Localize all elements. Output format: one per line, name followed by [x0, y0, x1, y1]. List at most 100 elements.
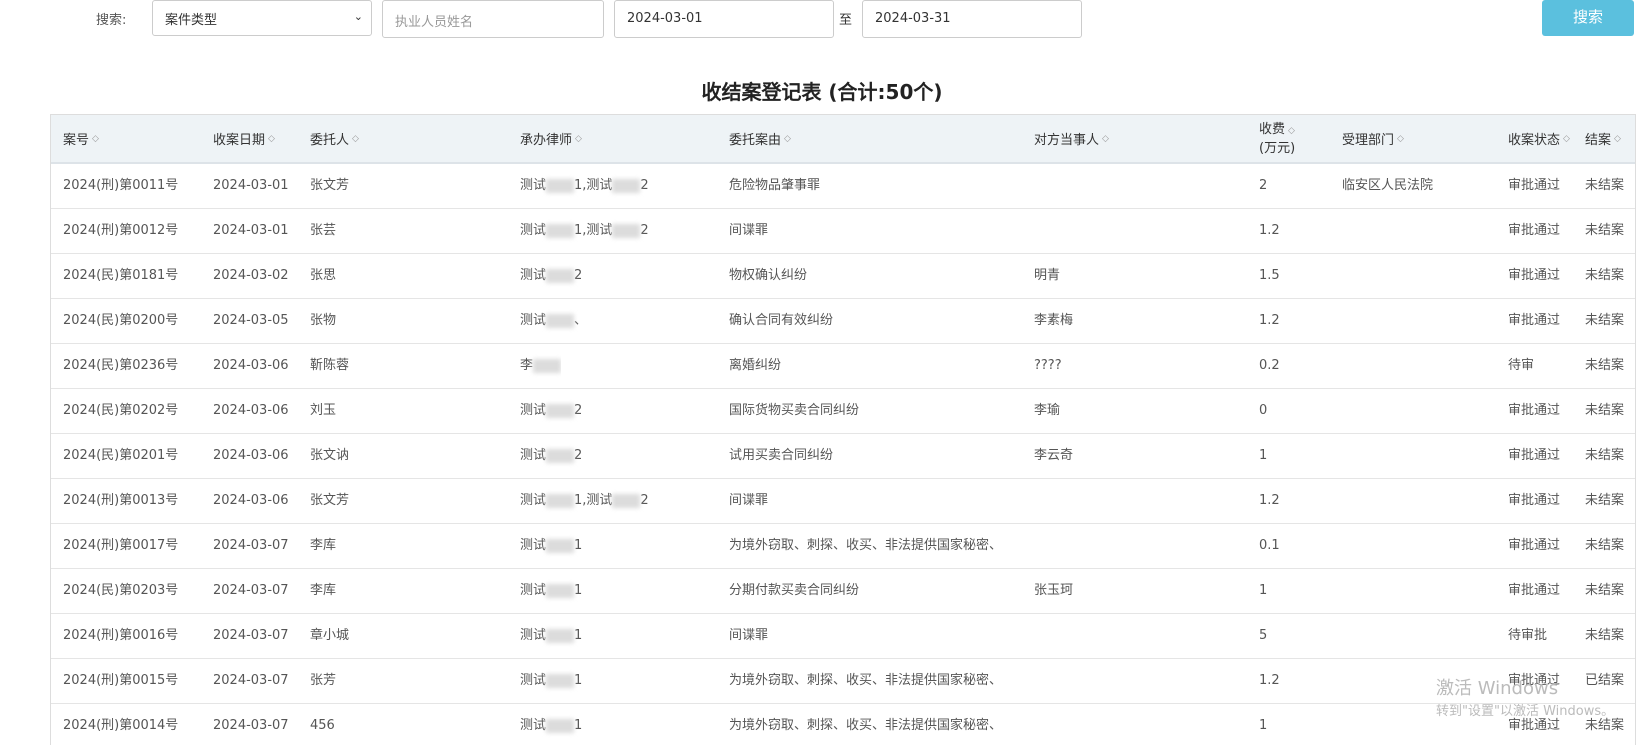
windows-activation-hint: 转到"设置"以激活 Windows。 [1436, 704, 1615, 719]
table-row[interactable]: 2024(民)第0200号 2024-03-05 张物 确认合同有效纠纷 李素梅 1.2 审… [51, 299, 1635, 344]
cell-cause: 物权确认纠纷 [729, 268, 808, 283]
column-header-status[interactable]: 收案状态 ◇ [1508, 115, 1570, 162]
table-header: 案号 ◇ 收案日期 ◇ 委托人 ◇ 承办律师 ◇ 委托案由 ◇ 对方当事人 ◇ 收费 ◇ (万元… [51, 115, 1635, 164]
column-header-fee[interactable]: 收费 ◇ (万元) [1259, 115, 1295, 162]
column-header-case-no[interactable]: 案号 ◇ [63, 115, 99, 162]
table-row[interactable]: 2024(刑)第0017号 2024-03-07 李库 为境外窃取、刺探、收买、非法提… [51, 524, 1635, 569]
cell-cause: 为境外窃取、刺探、收买、非法提供国家秘密、 [729, 538, 1003, 553]
column-header-client[interactable]: 委托人 ◇ [310, 115, 359, 162]
table-row[interactable]: 2024(刑)第0012号 2024-03-01 张芸 间谍罪 1.2 审批通过 未结案 测试… [51, 209, 1635, 254]
cell-lawyer: 测试 1 [520, 524, 582, 568]
cell-client: 456 [310, 718, 335, 733]
lawyer-name-part: 测试 [520, 268, 547, 283]
lawyer-name-part: 测试 [520, 493, 547, 508]
cell-closed: 未结案 [1585, 268, 1625, 283]
cell-fee: 1 [1259, 448, 1268, 463]
cell-closed: 未结案 [1585, 313, 1625, 328]
cell-lawyer: 测试 、 [520, 299, 587, 343]
cell-closed: 未结案 [1585, 178, 1625, 193]
search-button[interactable]: 搜索 [1542, 0, 1634, 36]
cell-cause: 间谍罪 [729, 493, 769, 508]
cell-cause: 国际货物买卖合同纠纷 [729, 403, 860, 418]
table-row[interactable]: 2024(刑)第0015号 2024-03-07 张芳 为境外窃取、刺探、收买、非法提… [51, 659, 1635, 704]
cell-lawyer: 测试 1 [520, 659, 582, 703]
cell-status: 审批通过 [1508, 448, 1561, 463]
column-header-dept[interactable]: 受理部门 ◇ [1342, 115, 1404, 162]
cell-cause: 为境外窃取、刺探、收买、非法提供国家秘密、 [729, 718, 1003, 733]
cell-fee: 5 [1259, 628, 1268, 643]
table-row[interactable]: 2024(刑)第0013号 2024-03-06 张文芳 间谍罪 1.2 审批通过 未结案 测… [51, 479, 1635, 524]
case-type-select[interactable]: 案件类型 ⌄ [152, 0, 372, 36]
cell-fee: 1 [1259, 718, 1268, 733]
table-row[interactable]: 2024(民)第0201号 2024-03-06 张文讷 试用买卖合同纠纷 李云奇 1 审批… [51, 434, 1635, 479]
lawyer-name-part: 测试 [520, 538, 547, 553]
lawyer-name-part: 测试 [520, 583, 547, 598]
end-date-input[interactable]: 2024-03-31 [862, 0, 1082, 38]
lawyer-name-part: 李 [520, 358, 534, 373]
column-header-lawyer[interactable]: 承办律师 ◇ [520, 115, 582, 162]
column-header-date[interactable]: 收案日期 ◇ [213, 115, 275, 162]
cell-client: 李库 [310, 538, 337, 553]
lawyer-name-part: 测试 [520, 223, 547, 238]
cell-date: 2024-03-07 [213, 628, 289, 643]
table-row[interactable]: 2024(民)第0202号 2024-03-06 刘玉 国际货物买卖合同纠纷 李瑜 0 审批… [51, 389, 1635, 434]
table-row[interactable]: 2024(民)第0181号 2024-03-02 张思 物权确认纠纷 明青 1.5 审批通过… [51, 254, 1635, 299]
cell-client: 张芸 [310, 223, 337, 238]
column-header-cause[interactable]: 委托案由 ◇ [729, 115, 1019, 162]
table-title: 收结案登记表 (合计:50个) [701, 80, 943, 104]
lawyer-name-part: 1 [574, 628, 583, 643]
table-body: 2024(刑)第0011号 2024-03-01 张文芳 危险物品肇事罪 2 临安区人民法… [51, 164, 1635, 745]
cell-client: 章小城 [310, 628, 350, 643]
redacted-mark [546, 178, 575, 193]
cell-opponent: 明青 [1034, 268, 1061, 283]
cell-lawyer: 测试 1 [520, 704, 582, 745]
lawyer-name-part: 2 [640, 178, 649, 193]
lawyer-name-part: 、 [574, 313, 588, 328]
cell-closed: 未结案 [1585, 223, 1625, 238]
redacted-mark [546, 313, 575, 328]
table-row[interactable]: 2024(刑)第0011号 2024-03-01 张文芳 危险物品肇事罪 2 临安区人民法… [51, 164, 1635, 209]
cell-date: 2024-03-05 [213, 313, 289, 328]
column-header-opponent[interactable]: 对方当事人 ◇ [1034, 115, 1109, 162]
cell-opponent: 李云奇 [1034, 448, 1074, 463]
cell-cause: 试用买卖合同纠纷 [729, 448, 834, 463]
redacted-mark [546, 538, 575, 553]
cell-lawyer: 李 [520, 344, 562, 388]
redacted-mark [546, 673, 575, 688]
lawyer-name-input[interactable]: 执业人员姓名 [382, 0, 604, 38]
table-row[interactable]: 2024(刑)第0016号 2024-03-07 章小城 间谍罪 5 待审批 未结案 测试 1 [51, 614, 1635, 659]
cell-case-no: 2024(刑)第0015号 [63, 673, 179, 688]
cell-date: 2024-03-06 [213, 403, 289, 418]
cell-closed: 未结案 [1585, 448, 1625, 463]
cell-lawyer: 测试 1,测试 2 [520, 209, 649, 253]
cell-fee: 1.2 [1259, 673, 1280, 688]
redacted-mark [546, 583, 575, 598]
redacted-mark [612, 493, 641, 508]
sort-icon: ◇ [92, 133, 99, 144]
cell-fee: 1.2 [1259, 223, 1280, 238]
cell-client: 张文芳 [310, 178, 350, 193]
lawyer-name-part: 2 [574, 403, 583, 418]
cell-status: 审批通过 [1508, 223, 1561, 238]
lawyer-name-part: 测试 [520, 628, 547, 643]
to-label: 至 [839, 13, 853, 28]
cell-client: 张文讷 [310, 448, 350, 463]
windows-activation-watermark: 激活 Windows [1436, 678, 1559, 699]
cell-fee: 0.2 [1259, 358, 1280, 373]
table-row[interactable]: 2024(民)第0203号 2024-03-07 李库 分期付款买卖合同纠纷 张玉珂 1 审… [51, 569, 1635, 614]
cell-closed: 未结案 [1585, 403, 1625, 418]
cell-case-no: 2024(民)第0200号 [63, 313, 179, 328]
cell-date: 2024-03-06 [213, 493, 289, 508]
sort-icon: ◇ [1614, 133, 1621, 144]
start-date-input[interactable]: 2024-03-01 [614, 0, 834, 38]
cell-status: 待审 [1508, 358, 1535, 373]
cell-date: 2024-03-07 [213, 583, 289, 598]
table-row[interactable]: 2024(刑)第0014号 2024-03-07 456 为境外窃取、刺探、收买、非法… [51, 704, 1635, 745]
lawyer-name-part: 测试 [520, 313, 547, 328]
cell-lawyer: 测试 1,测试 2 [520, 479, 649, 523]
lawyer-name-part: 测试 [520, 403, 547, 418]
chevron-down-icon: ⌄ [353, 10, 363, 23]
table-row[interactable]: 2024(民)第0236号 2024-03-06 靳陈蓉 离婚纠纷???? 0.2 待审 未… [51, 344, 1635, 389]
column-header-closed[interactable]: 结案 ◇ [1585, 115, 1621, 162]
cell-date: 2024-03-06 [213, 358, 289, 373]
